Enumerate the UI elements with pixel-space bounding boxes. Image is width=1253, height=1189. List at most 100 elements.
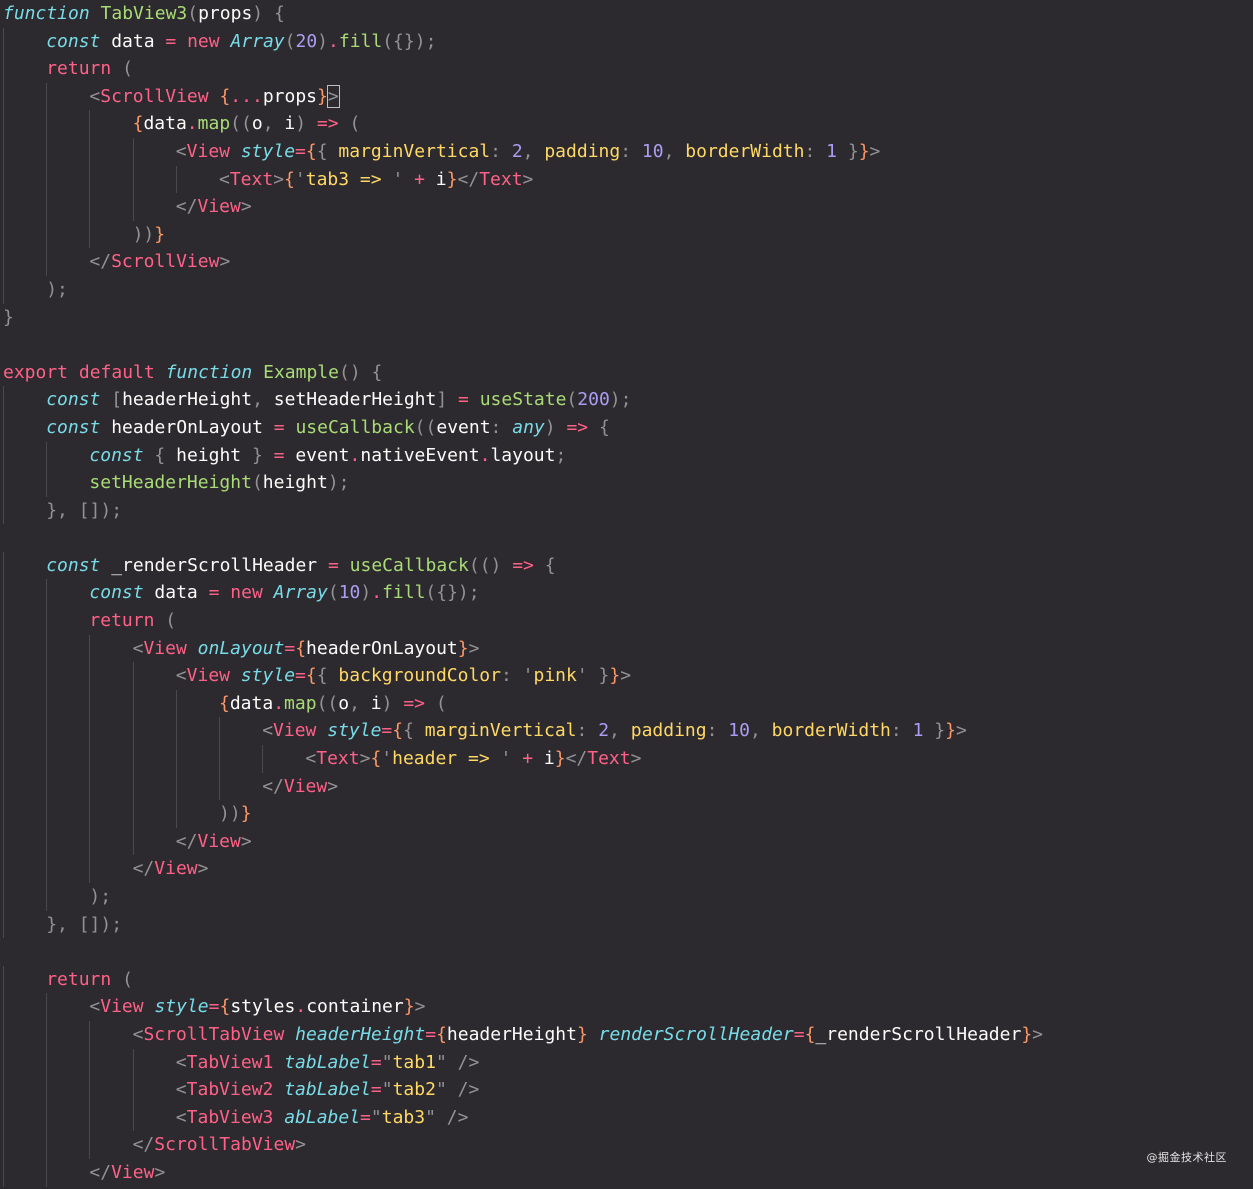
indent-guide: [3, 386, 4, 414]
code-line[interactable]: const _renderScrollHeader = useCallback(…: [3, 551, 1251, 580]
code-line[interactable]: </View>: [3, 855, 1251, 883]
code-token: _renderScrollHeader: [815, 1023, 1022, 1045]
code-token: {: [371, 361, 383, 383]
code-line[interactable]: <ScrollTabView headerHeight={headerHeigh…: [3, 1020, 1251, 1049]
code-token: useState: [479, 389, 567, 411]
code-line[interactable]: return (: [3, 607, 1251, 635]
code-line[interactable]: return (: [3, 55, 1251, 83]
code-token: =: [295, 140, 306, 162]
code-token: {: [392, 720, 404, 742]
code-token: props: [198, 3, 253, 24]
indent-guide: [3, 27, 4, 56]
code-line[interactable]: const [headerHeight, setHeaderHeight] = …: [3, 386, 1251, 414]
code-token: i: [533, 748, 555, 770]
code-token: 200: [577, 389, 610, 411]
code-token: =: [327, 554, 339, 576]
code-line[interactable]: export default function Example() {: [3, 359, 1251, 387]
code-token: )): [219, 803, 241, 825]
indent-guide: [3, 993, 4, 1021]
code-line[interactable]: return (: [3, 965, 1251, 994]
code-token: =: [360, 1106, 371, 1128]
code-line[interactable]: <ScrollView {...props}>: [3, 82, 1251, 111]
code-line[interactable]: function TabView3(props) {: [3, 0, 1251, 28]
code-token: }: [598, 665, 610, 687]
code-token: []);: [78, 913, 123, 935]
code-token: ScrollView: [100, 85, 209, 107]
code-token: }: [251, 444, 263, 466]
code-line[interactable]: const { height } = event.nativeEvent.lay…: [3, 441, 1251, 470]
code-token: any: [512, 416, 545, 438]
code-line[interactable]: );: [3, 275, 1251, 304]
code-line[interactable]: <View style={styles.container}>: [3, 993, 1251, 1021]
code-line[interactable]: const headerOnLayout = useCallback((even…: [3, 413, 1251, 442]
code-line[interactable]: }, []);: [3, 496, 1251, 525]
code-line[interactable]: <View style={{ backgroundColor: 'pink' }…: [3, 662, 1251, 690]
code-line[interactable]: }, []);: [3, 910, 1251, 939]
code-line[interactable]: </ScrollView>: [3, 248, 1251, 276]
code-token: </: [175, 196, 198, 218]
code-line[interactable]: <TabView3 abLabel="tab3" />: [3, 1103, 1251, 1132]
code-line[interactable]: <Text>{'header => ' + i}</Text>: [3, 745, 1251, 773]
code-line[interactable]: <View style={{ marginVertical: 2, paddin…: [3, 137, 1251, 166]
code-line[interactable]: );: [3, 883, 1251, 911]
indent-guide: [3, 607, 4, 635]
code-line[interactable]: const data = new Array(10).fill({});: [3, 579, 1251, 608]
code-line[interactable]: <TabView2 tabLabel="tab2" />: [3, 1076, 1251, 1104]
code-line[interactable]: </View>: [3, 827, 1251, 856]
code-line[interactable]: <TabView1 tabLabel="tab1" />: [3, 1048, 1251, 1077]
code-line[interactable]: }: [3, 304, 1251, 332]
code-line[interactable]: {data.map((o, i) => (: [3, 110, 1251, 138]
code-line[interactable]: </View>: [3, 193, 1251, 221]
code-text: {data.map((o, i) => (: [133, 113, 361, 134]
code-editor[interactable]: function TabView3(props) {const data = n…: [3, 0, 1251, 1187]
code-line[interactable]: </View>: [3, 772, 1251, 801]
code-line[interactable]: </ScrollTabView>: [3, 1131, 1251, 1159]
code-line[interactable]: const data = new Array(20).fill({});: [3, 27, 1251, 56]
code-token: View: [186, 665, 230, 687]
code-token: =: [381, 720, 393, 742]
code-text: </ScrollView>: [89, 251, 230, 272]
code-token: 2: [598, 720, 610, 742]
code-token: ({});: [425, 582, 480, 604]
indent-guide: [89, 1103, 91, 1132]
code-line[interactable]: ))}: [3, 220, 1251, 249]
code-token: <: [262, 720, 274, 742]
indent-guide: [89, 772, 91, 801]
code-line[interactable]: <View style={{ marginVertical: 2, paddin…: [3, 717, 1251, 746]
code-line[interactable]: [3, 938, 1251, 966]
indent-guide: [3, 1048, 4, 1077]
code-token: ': [392, 168, 404, 190]
code-line[interactable]: <Text>{'tab3 => ' + i}</Text>: [3, 165, 1251, 194]
code-token: },: [46, 499, 68, 521]
code-token: function: [3, 3, 90, 24]
code-line[interactable]: [3, 331, 1251, 359]
code-token: 20: [295, 30, 318, 52]
code-token: headerHeight: [446, 1023, 577, 1045]
indent-guide: [262, 745, 264, 773]
code-line[interactable]: ))}: [3, 800, 1251, 828]
code-line[interactable]: {data.map((o, i) => (: [3, 689, 1251, 718]
code-token: }: [847, 140, 859, 162]
code-line[interactable]: <View onLayout={headerOnLayout}>: [3, 634, 1251, 663]
code-token: >: [273, 168, 285, 190]
code-token: 1: [912, 720, 924, 742]
code-line[interactable]: setHeaderHeight(height);: [3, 469, 1251, 497]
code-token: =: [295, 665, 306, 687]
indent-guide: [46, 772, 48, 801]
code-token: renderScrollHeader: [598, 1023, 794, 1045]
code-token: =: [273, 416, 285, 438]
code-token: ,: [262, 113, 285, 135]
code-line[interactable]: [3, 524, 1251, 552]
code-line[interactable]: </View>: [3, 1158, 1251, 1187]
code-token: backgroundColor: [338, 665, 501, 687]
